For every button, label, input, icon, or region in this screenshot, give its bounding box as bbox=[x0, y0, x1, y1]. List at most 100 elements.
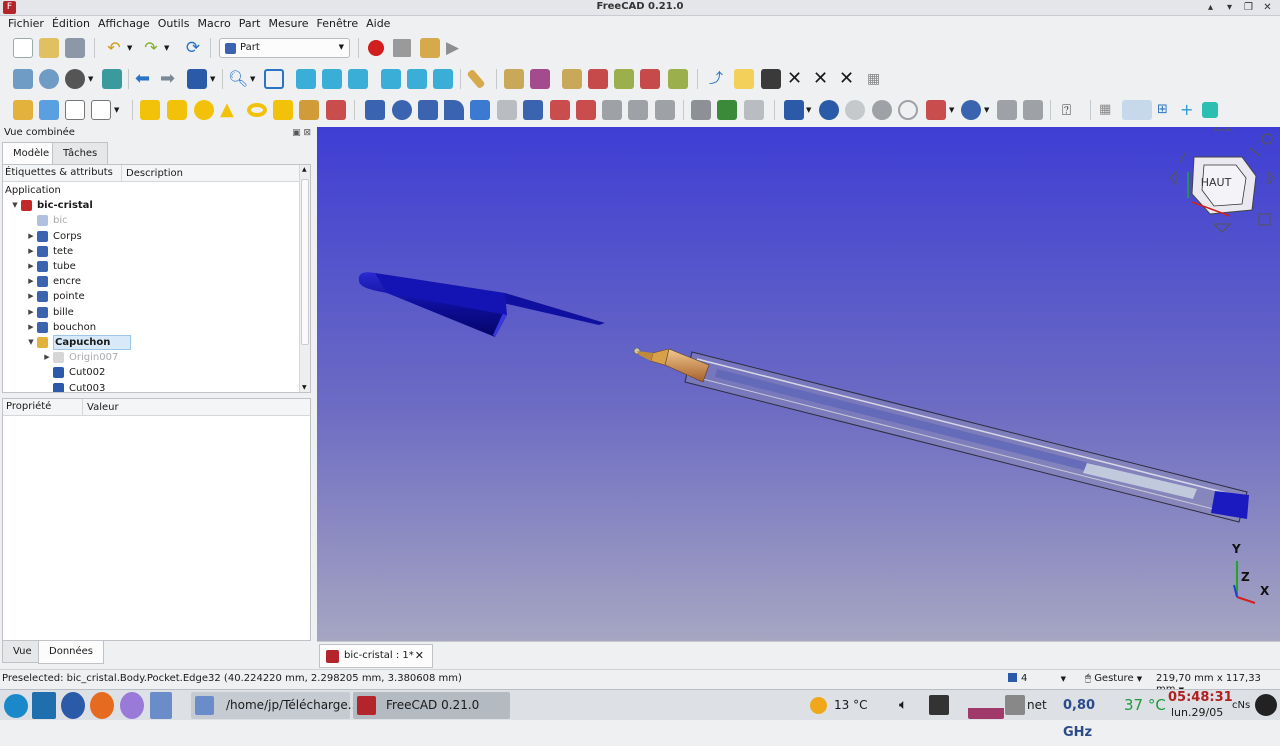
split-dropdown-icon[interactable]: ▼ bbox=[984, 100, 994, 120]
cylinder-icon[interactable] bbox=[167, 100, 187, 120]
spreadsheet-icon[interactable] bbox=[761, 69, 781, 89]
fit-all-icon[interactable] bbox=[13, 69, 33, 89]
tree-item[interactable]: Cut003 bbox=[3, 381, 299, 392]
tree-item[interactable]: ▶ Origin007 bbox=[3, 350, 299, 365]
snap-icon[interactable]: ⊞ bbox=[1157, 100, 1177, 120]
tree-item[interactable]: ▶ tube bbox=[3, 259, 299, 274]
save-file-icon[interactable] bbox=[65, 38, 85, 58]
join-features-icon[interactable] bbox=[926, 100, 946, 120]
section-boolean-icon[interactable] bbox=[898, 100, 918, 120]
fit-selection-icon[interactable] bbox=[39, 69, 59, 89]
primitives-icon[interactable] bbox=[299, 100, 319, 120]
loft-icon[interactable] bbox=[550, 100, 570, 120]
x-mark-icon[interactable]: ✕ bbox=[787, 69, 807, 89]
selection-count[interactable]: 4 ▼ bbox=[1008, 673, 1066, 684]
split-icon[interactable] bbox=[744, 100, 764, 120]
collapsed-arrow-icon[interactable]: ▶ bbox=[27, 229, 35, 244]
tree-item[interactable]: ▶ encre bbox=[3, 274, 299, 289]
menu-affichage[interactable]: Affichage bbox=[94, 16, 154, 32]
tree-item[interactable]: ▼ Capuchon bbox=[3, 335, 299, 350]
new-file-icon[interactable] bbox=[13, 38, 33, 58]
pen-body-model[interactable] bbox=[633, 347, 1249, 523]
tree-item[interactable]: ▶ bille bbox=[3, 305, 299, 320]
clipboard-icon[interactable] bbox=[929, 695, 949, 715]
measure-clear-icon[interactable] bbox=[588, 69, 608, 89]
front-view-icon[interactable] bbox=[296, 69, 316, 89]
keep-above-button[interactable]: ▴ bbox=[1202, 1, 1219, 14]
fuse-icon[interactable] bbox=[845, 100, 865, 120]
collapsed-arrow-icon[interactable]: ▶ bbox=[27, 244, 35, 259]
projection-icon[interactable] bbox=[717, 100, 737, 120]
menu-mesure[interactable]: Mesure bbox=[265, 16, 313, 32]
lock-icon[interactable] bbox=[1122, 100, 1152, 120]
sync-view-dropdown-icon[interactable]: ▼ bbox=[210, 69, 220, 89]
task-file-manager[interactable]: /home/jp/Télécharge... bbox=[191, 692, 359, 719]
menu-part[interactable]: Part bbox=[235, 16, 265, 32]
plus-icon[interactable]: + bbox=[1180, 100, 1200, 120]
tree-scroll-thumb[interactable] bbox=[301, 179, 309, 345]
pen-cap-model[interactable] bbox=[358, 272, 605, 337]
fillet-icon[interactable] bbox=[444, 100, 464, 120]
3d-viewport[interactable]: HAUT Y Z X bbox=[317, 127, 1280, 641]
tree-item[interactable]: ▶ tete bbox=[3, 244, 299, 259]
firefox-icon[interactable] bbox=[90, 692, 114, 719]
tree-item[interactable]: ▼ bic-cristal bbox=[3, 198, 299, 213]
navigation-style[interactable]: 🖱︎ Gesture ▼ bbox=[1085, 673, 1142, 684]
compound-icon[interactable] bbox=[997, 100, 1017, 120]
standard-views-icon[interactable]: 🔍︎ bbox=[228, 69, 248, 89]
x-mark-icon[interactable]: ✕ bbox=[813, 69, 833, 89]
menu-fichier[interactable]: Fichier bbox=[4, 16, 48, 32]
maximize-button[interactable]: ❐ bbox=[1240, 1, 1257, 14]
tab-vue[interactable]: Vue bbox=[2, 641, 43, 663]
standard-views-dropdown-icon[interactable]: ▼ bbox=[250, 69, 260, 89]
menu-aide[interactable]: Aide bbox=[362, 16, 394, 32]
refresh-icon[interactable]: ⟳ bbox=[183, 38, 203, 58]
document-tab[interactable]: bic-cristal : 1* ✕ bbox=[319, 644, 433, 668]
draw-style-icon[interactable] bbox=[65, 69, 85, 89]
redo-icon[interactable]: ↷ bbox=[141, 38, 161, 58]
collapsed-arrow-icon[interactable]: ▶ bbox=[27, 305, 35, 320]
tree-item[interactable]: Cut002 bbox=[3, 365, 299, 380]
collapsed-arrow-icon[interactable]: ▶ bbox=[27, 259, 35, 274]
split-tools-icon[interactable] bbox=[961, 100, 981, 120]
tree-item[interactable]: ▶ bouchon bbox=[3, 320, 299, 335]
tab-taches[interactable]: Tâches bbox=[52, 142, 109, 164]
revolve-icon[interactable] bbox=[392, 100, 412, 120]
common-icon[interactable] bbox=[872, 100, 892, 120]
make-face-icon[interactable] bbox=[497, 100, 517, 120]
expanded-arrow-icon[interactable]: ▼ bbox=[11, 198, 19, 213]
link-icon[interactable]: ⤴ bbox=[706, 69, 726, 89]
browser-icon[interactable] bbox=[61, 692, 85, 719]
teal-square-icon[interactable] bbox=[1202, 102, 1218, 118]
collapsed-arrow-icon[interactable]: ▶ bbox=[43, 350, 51, 365]
menu-fenetre[interactable]: Fenêtre bbox=[313, 16, 363, 32]
sync-view-icon[interactable] bbox=[187, 69, 207, 89]
grid-toggle-icon[interactable]: ▦ bbox=[1099, 100, 1119, 120]
check-geometry-icon[interactable] bbox=[1023, 100, 1043, 120]
shape-builder-icon[interactable] bbox=[326, 100, 346, 120]
undo-icon[interactable]: ↶ bbox=[104, 38, 124, 58]
ruled-surface-icon[interactable] bbox=[523, 100, 543, 120]
navigation-cube[interactable]: HAUT bbox=[1169, 127, 1275, 233]
close-window-button[interactable]: ✕ bbox=[1259, 1, 1276, 14]
create-group-icon[interactable] bbox=[39, 100, 59, 120]
boolean-dropdown-icon[interactable]: ▼ bbox=[806, 100, 816, 120]
make-link-icon[interactable] bbox=[65, 100, 85, 120]
create-part-icon[interactable] bbox=[13, 100, 33, 120]
weather-widget[interactable]: 13 °C bbox=[808, 692, 878, 719]
power-icon[interactable] bbox=[1255, 694, 1277, 716]
left-view-icon[interactable] bbox=[433, 69, 453, 89]
macro-record-icon[interactable] bbox=[366, 38, 386, 58]
rear-view-icon[interactable] bbox=[381, 69, 401, 89]
tree-scrollbar[interactable]: ▲ ▼ bbox=[299, 165, 310, 392]
close-panel-icon[interactable]: ⊠ bbox=[303, 128, 311, 138]
section-icon[interactable] bbox=[602, 100, 622, 120]
sphere-icon[interactable] bbox=[194, 100, 214, 120]
measure-distance-icon[interactable] bbox=[466, 68, 486, 90]
boolean-icon[interactable] bbox=[784, 100, 804, 120]
macro-run-icon[interactable]: ▶ bbox=[446, 38, 466, 58]
collapsed-arrow-icon[interactable]: ▶ bbox=[27, 320, 35, 335]
forward-icon[interactable]: ➡ bbox=[160, 69, 180, 89]
draw-style-dropdown-icon[interactable]: ▼ bbox=[88, 69, 98, 89]
x-mark-icon[interactable]: ✕ bbox=[839, 69, 859, 89]
